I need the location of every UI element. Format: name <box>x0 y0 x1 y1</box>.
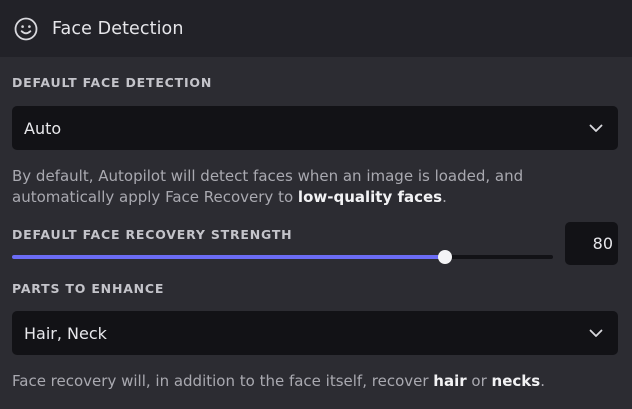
help-emphasis: low-quality faces <box>297 188 443 206</box>
parts-to-enhance-select[interactable]: Hair, Neck <box>12 311 618 355</box>
slider-thumb[interactable] <box>437 250 452 264</box>
default-detection-value: Auto <box>24 118 62 138</box>
parts-to-enhance-value: Hair, Neck <box>24 323 107 343</box>
panel-header: Face Detection <box>0 0 632 57</box>
parts-to-enhance-label: PARTS TO ENHANCE <box>12 281 165 296</box>
slider-fill <box>12 255 445 259</box>
panel-title: Face Detection <box>52 18 184 39</box>
recovery-strength-input[interactable]: 80 <box>565 222 618 265</box>
recovery-strength-label: DEFAULT FACE RECOVERY STRENGTH <box>12 227 293 242</box>
face-detection-panel: Face Detection DEFAULT FACE DETECTION Au… <box>0 0 632 409</box>
recovery-strength-slider[interactable] <box>12 250 553 264</box>
help-emphasis-hair: hair <box>433 372 467 390</box>
default-detection-help: By default, Autopilot will detect faces … <box>12 166 622 208</box>
chevron-down-icon <box>588 325 604 341</box>
parts-to-enhance-help: Face recovery will, in addition to the f… <box>12 371 622 392</box>
chevron-down-icon <box>588 120 604 136</box>
help-text-end: . <box>540 372 545 390</box>
default-detection-select[interactable]: Auto <box>12 106 618 150</box>
smiley-face-icon <box>14 17 38 41</box>
help-emphasis-necks: necks <box>491 372 541 390</box>
default-detection-label: DEFAULT FACE DETECTION <box>12 75 213 90</box>
help-text-middle: or <box>466 372 492 390</box>
help-text-end: . <box>442 188 447 206</box>
help-text: Face recovery will, in addition to the f… <box>12 372 434 390</box>
